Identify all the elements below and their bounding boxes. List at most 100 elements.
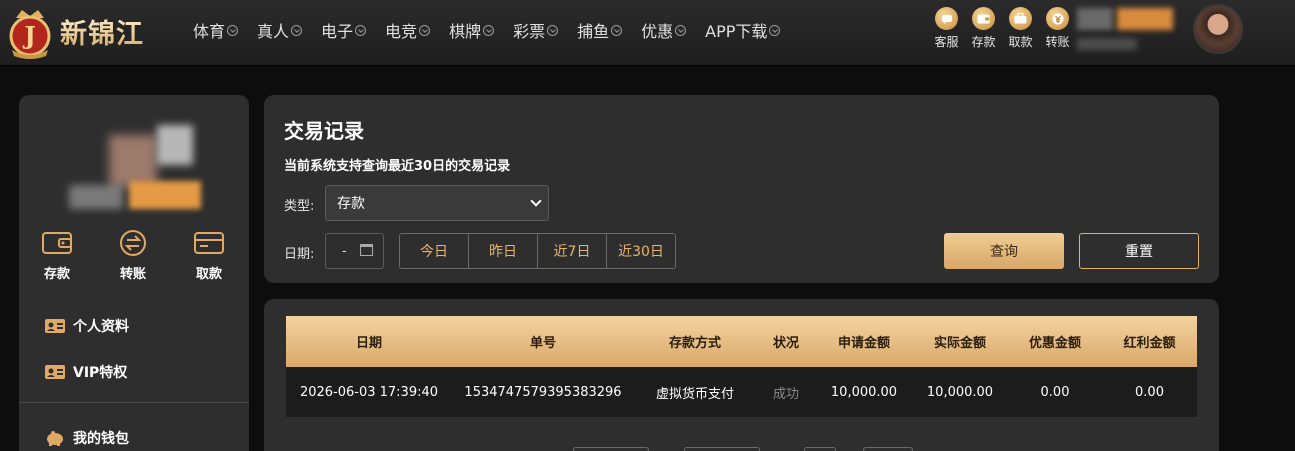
quick-customer-service[interactable]: 客服	[928, 7, 965, 50]
date-quick-range: 今日 昨日 近7日 近30日	[399, 233, 676, 269]
nav-esports[interactable]: 电竞	[385, 19, 431, 41]
col-actual-amount: 实际金额	[912, 316, 1008, 367]
nav-label: 电竞	[385, 22, 418, 41]
svg-text:J: J	[22, 21, 35, 50]
date-range-value: -	[342, 243, 347, 259]
nav-label: 体育	[193, 22, 226, 41]
wallet-action-label: 存款	[43, 267, 70, 282]
sidebar-deposit-button[interactable]: 存款	[19, 229, 95, 282]
nav-slots[interactable]: 电子	[321, 19, 367, 41]
table-row[interactable]: 2026-06-03 17:39:40 1534747579395383296 …	[286, 367, 1197, 417]
quick-deposit[interactable]: 存款	[965, 7, 1002, 50]
range-7days-button[interactable]: 近7日	[537, 233, 607, 269]
nav-label: 捕鱼	[577, 22, 610, 41]
pagination	[264, 447, 1219, 451]
sidebar-item-wallet[interactable]: 我的钱包	[44, 428, 129, 448]
cell-date: 2026-06-03 17:39:40	[286, 367, 452, 417]
chevron-down-icon	[419, 24, 431, 36]
cell-requested-amount: 10,000.00	[816, 367, 912, 417]
wallet-action-label: 转账	[119, 267, 146, 282]
col-date: 日期	[286, 316, 452, 367]
col-requested-amount: 申请金额	[816, 316, 912, 367]
quick-transfer[interactable]: 转账	[1039, 7, 1076, 50]
date-range-input[interactable]: -	[325, 233, 384, 269]
range-30days-button[interactable]: 近30日	[606, 233, 676, 269]
nav-app-download[interactable]: APP下载	[705, 19, 781, 41]
col-order-no: 单号	[452, 316, 634, 367]
wallet-actions: 存款 转账 取款	[19, 229, 249, 282]
pagination-control[interactable]	[863, 447, 913, 451]
col-bonus-amount: 红利金额	[1102, 316, 1197, 367]
chevron-down-icon	[227, 24, 239, 36]
redacted-user-info	[1077, 8, 1177, 52]
nav-label: 彩票	[513, 22, 546, 41]
transaction-table: 日期 单号 存款方式 状况 申请金额 实际金额 优惠金额 红利金额 2026-0…	[286, 316, 1197, 417]
quick-actions: 客服 存款 取款 转账	[928, 7, 1076, 50]
type-select[interactable]: 存款	[325, 185, 549, 221]
chevron-down-icon	[530, 195, 542, 207]
wallet-action-label: 取款	[195, 267, 222, 282]
reset-button[interactable]: 重置	[1079, 233, 1199, 269]
chevron-down-icon	[355, 24, 367, 36]
nav-live-casino[interactable]: 真人	[257, 19, 303, 41]
crown-shield-icon: J	[6, 6, 54, 59]
cell-bonus-amount: 0.00	[1102, 367, 1197, 417]
cell-promo-amount: 0.00	[1008, 367, 1102, 417]
cell-status: 成功	[756, 367, 816, 417]
card-icon	[194, 232, 224, 254]
nav-label: 真人	[257, 22, 290, 41]
coin-icon	[1046, 7, 1069, 30]
sidebar-item-profile[interactable]: 个人资料	[44, 316, 129, 336]
piggy-bank-icon	[47, 431, 63, 446]
transfer-icon	[120, 230, 146, 256]
col-status: 状况	[756, 316, 816, 367]
transaction-table-panel: 日期 单号 存款方式 状况 申请金额 实际金额 优惠金额 红利金额 2026-0…	[264, 299, 1219, 451]
chevron-down-icon	[483, 24, 495, 36]
nav-label: APP下载	[705, 22, 768, 41]
quick-label: 取款	[1008, 35, 1033, 49]
range-today-button[interactable]: 今日	[399, 233, 469, 269]
sidebar-transfer-button[interactable]: 转账	[95, 229, 171, 282]
pagination-control[interactable]	[684, 447, 760, 451]
brand-name: 新锦江	[60, 12, 144, 51]
pagination-control[interactable]	[804, 447, 836, 451]
cell-order-no: 1534747579395383296	[452, 367, 634, 417]
pagination-control[interactable]	[573, 447, 649, 451]
chevron-down-icon	[675, 24, 687, 36]
quick-withdraw[interactable]: 取款	[1002, 7, 1039, 50]
divider	[19, 402, 249, 403]
sidebar-item-label: VIP特权	[73, 365, 128, 381]
col-deposit-method: 存款方式	[634, 316, 756, 367]
page-subtitle: 当前系统支持查询最近30日的交易记录	[284, 159, 511, 174]
col-promo-amount: 优惠金额	[1008, 316, 1102, 367]
nav-fishing[interactable]: 捕鱼	[577, 19, 623, 41]
quick-label: 转账	[1045, 35, 1070, 49]
nav-promotions[interactable]: 优惠	[641, 19, 687, 41]
nav-label: 电子	[321, 22, 354, 41]
account-sidebar: 存款 转账 取款 个人资料 VIP特权 我的钱包	[19, 95, 249, 451]
sidebar-withdraw-button[interactable]: 取款	[171, 229, 247, 282]
date-label: 日期:	[284, 247, 315, 262]
nav-label: 优惠	[641, 22, 674, 41]
nav-lottery[interactable]: 彩票	[513, 19, 559, 41]
quick-label: 客服	[934, 35, 959, 49]
avatar[interactable]	[1193, 4, 1243, 54]
chevron-down-icon	[547, 24, 559, 36]
calendar-icon	[360, 244, 373, 256]
redacted-profile	[69, 123, 209, 213]
transaction-filter-panel: 交易记录 当前系统支持查询最近30日的交易记录 类型: 存款 日期: - 今日 …	[264, 95, 1219, 283]
nav-sports[interactable]: 体育	[193, 19, 239, 41]
chat-icon	[935, 7, 958, 30]
nav-chess-cards[interactable]: 棋牌	[449, 19, 495, 41]
nav-label: 棋牌	[449, 22, 482, 41]
sidebar-item-vip[interactable]: VIP特权	[44, 362, 127, 382]
query-button[interactable]: 查询	[944, 233, 1064, 269]
top-bar: J 新锦江 体育 真人 电子 电竞 棋牌 彩票 捕鱼 优惠 APP下载 客服 存…	[0, 0, 1295, 66]
range-yesterday-button[interactable]: 昨日	[468, 233, 538, 269]
cell-deposit-method: 虚拟货币支付	[634, 367, 756, 417]
main-nav: 体育 真人 电子 电竞 棋牌 彩票 捕鱼 优惠 APP下载	[193, 19, 799, 41]
brand-logo[interactable]: J 新锦江	[6, 2, 144, 60]
sidebar-item-label: 我的钱包	[73, 431, 129, 447]
briefcase-icon	[1009, 7, 1032, 30]
chevron-down-icon	[769, 24, 781, 36]
